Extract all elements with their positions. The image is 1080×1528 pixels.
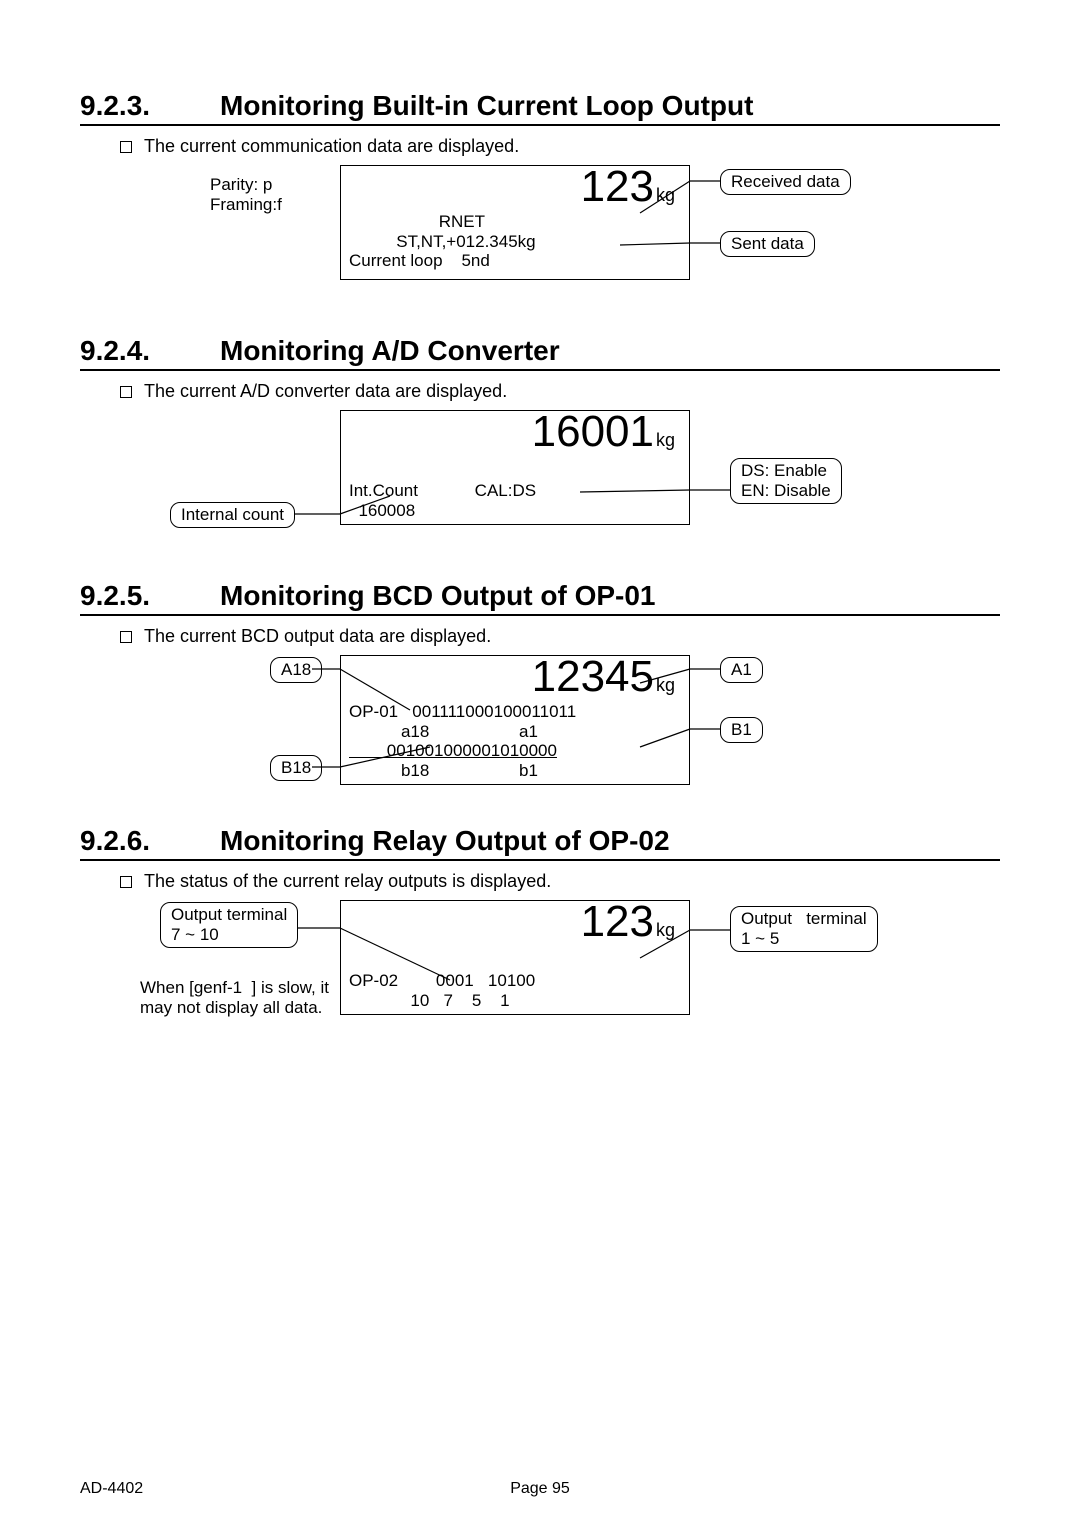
lcd-line: ST,NT,+012.345kg xyxy=(349,232,681,252)
bullet-text: The current A/D converter data are displ… xyxy=(144,381,507,402)
bullet-926: The status of the current relay outputs … xyxy=(120,871,1000,892)
callout-a1: A1 xyxy=(720,657,763,683)
page-footer: AD-4402 Page 95 xyxy=(80,1480,1000,1498)
callout-ds-en: DS: Enable EN: Disable xyxy=(730,458,842,504)
diagram-926: Output terminal 7 ~ 10 When [genf-1 ] is… xyxy=(80,900,1000,1070)
lcd-925: 12345kg OP-01 001111000100011011 a18 a1 … xyxy=(340,655,690,785)
lcd-line: OP-01 001111000100011011 xyxy=(349,702,681,722)
lcd-reading-value: 16001 xyxy=(532,407,654,456)
lcd-reading: 12345kg xyxy=(532,652,675,702)
bullet-text: The status of the current relay outputs … xyxy=(144,871,551,892)
callout-b18: B18 xyxy=(270,755,322,781)
footer-model: AD-4402 xyxy=(80,1480,143,1497)
lcd-reading-value: 12345 xyxy=(532,652,654,701)
lcd-reading: 16001kg xyxy=(532,407,675,457)
section-title: Monitoring Built-in Current Loop Output xyxy=(220,90,753,122)
bullet-924: The current A/D converter data are displ… xyxy=(120,381,1000,402)
lcd-line: 160008 xyxy=(349,501,681,521)
bullet-text: The current communication data are displ… xyxy=(144,136,519,157)
lcd-reading: 123kg xyxy=(581,162,675,212)
callout-b1: B1 xyxy=(720,717,763,743)
lcd-line: 001001000001010000 xyxy=(349,741,681,761)
callout-a18: A18 xyxy=(270,657,322,683)
lcd-923: 123kg RNET ST,NT,+012.345kg Current loop… xyxy=(340,165,690,280)
lcd-line: Int.Count CAL:DS xyxy=(349,481,681,501)
bullet-text: The current BCD output data are displaye… xyxy=(144,626,491,647)
section-heading-924: 9.2.4. Monitoring A/D Converter xyxy=(80,335,1000,371)
bullet-923: The current communication data are displ… xyxy=(120,136,1000,157)
diagram-923: Parity: p Framing:f 123kg RNET ST,NT,+01… xyxy=(80,165,1000,305)
lcd-reading-unit: kg xyxy=(656,430,675,450)
section-title: Monitoring Relay Output of OP-02 xyxy=(220,825,670,857)
section-number: 9.2.4. xyxy=(80,335,220,367)
lcd-926: 123kg OP-02 0001 10100 10 7 5 1 xyxy=(340,900,690,1015)
lcd-reading-value: 123 xyxy=(581,897,654,946)
lcd-reading-unit: kg xyxy=(656,675,675,695)
lcd-reading-value: 123 xyxy=(581,162,654,211)
callout-output-terminal-7-10: Output terminal 7 ~ 10 xyxy=(160,902,298,948)
lcd-line: RNET xyxy=(349,212,681,232)
callout-received-data: Received data xyxy=(720,169,851,195)
section-number: 9.2.5. xyxy=(80,580,220,612)
diagram-924: 16001kg Int.Count CAL:DS 160008 Internal… xyxy=(80,410,1000,550)
section-title: Monitoring BCD Output of OP-01 xyxy=(220,580,656,612)
lcd-line: 10 7 5 1 xyxy=(349,991,681,1011)
genf-note: When [genf-1 ] is slow, it may not displ… xyxy=(140,978,329,1017)
bullet-icon xyxy=(120,876,132,888)
lcd-924: 16001kg Int.Count CAL:DS 160008 xyxy=(340,410,690,525)
section-title: Monitoring A/D Converter xyxy=(220,335,560,367)
bullet-icon xyxy=(120,141,132,153)
lcd-reading: 123kg xyxy=(581,897,675,947)
lcd-line: OP-02 0001 10100 xyxy=(349,971,681,991)
section-heading-923: 9.2.3. Monitoring Built-in Current Loop … xyxy=(80,90,1000,126)
section-number: 9.2.3. xyxy=(80,90,220,122)
section-heading-925: 9.2.5. Monitoring BCD Output of OP-01 xyxy=(80,580,1000,616)
diagram-925: 12345kg OP-01 001111000100011011 a18 a1 … xyxy=(80,655,1000,795)
bullet-icon xyxy=(120,631,132,643)
lcd-line: Current loop 5nd xyxy=(349,251,681,271)
callout-output-terminal-1-5: Output terminal 1 ~ 5 xyxy=(730,906,878,952)
lcd-line: a18 a1 xyxy=(349,722,681,742)
lcd-line: b18 b1 xyxy=(349,761,681,781)
callout-internal-count: Internal count xyxy=(170,502,295,528)
section-number: 9.2.6. xyxy=(80,825,220,857)
lcd-reading-unit: kg xyxy=(656,920,675,940)
lcd-reading-unit: kg xyxy=(656,185,675,205)
callout-sent-data: Sent data xyxy=(720,231,815,257)
bullet-925: The current BCD output data are displaye… xyxy=(120,626,1000,647)
bullet-icon xyxy=(120,386,132,398)
footer-page: Page 95 xyxy=(510,1480,570,1498)
section-heading-926: 9.2.6. Monitoring Relay Output of OP-02 xyxy=(80,825,1000,861)
parity-framing-note: Parity: p Framing:f xyxy=(210,175,282,214)
